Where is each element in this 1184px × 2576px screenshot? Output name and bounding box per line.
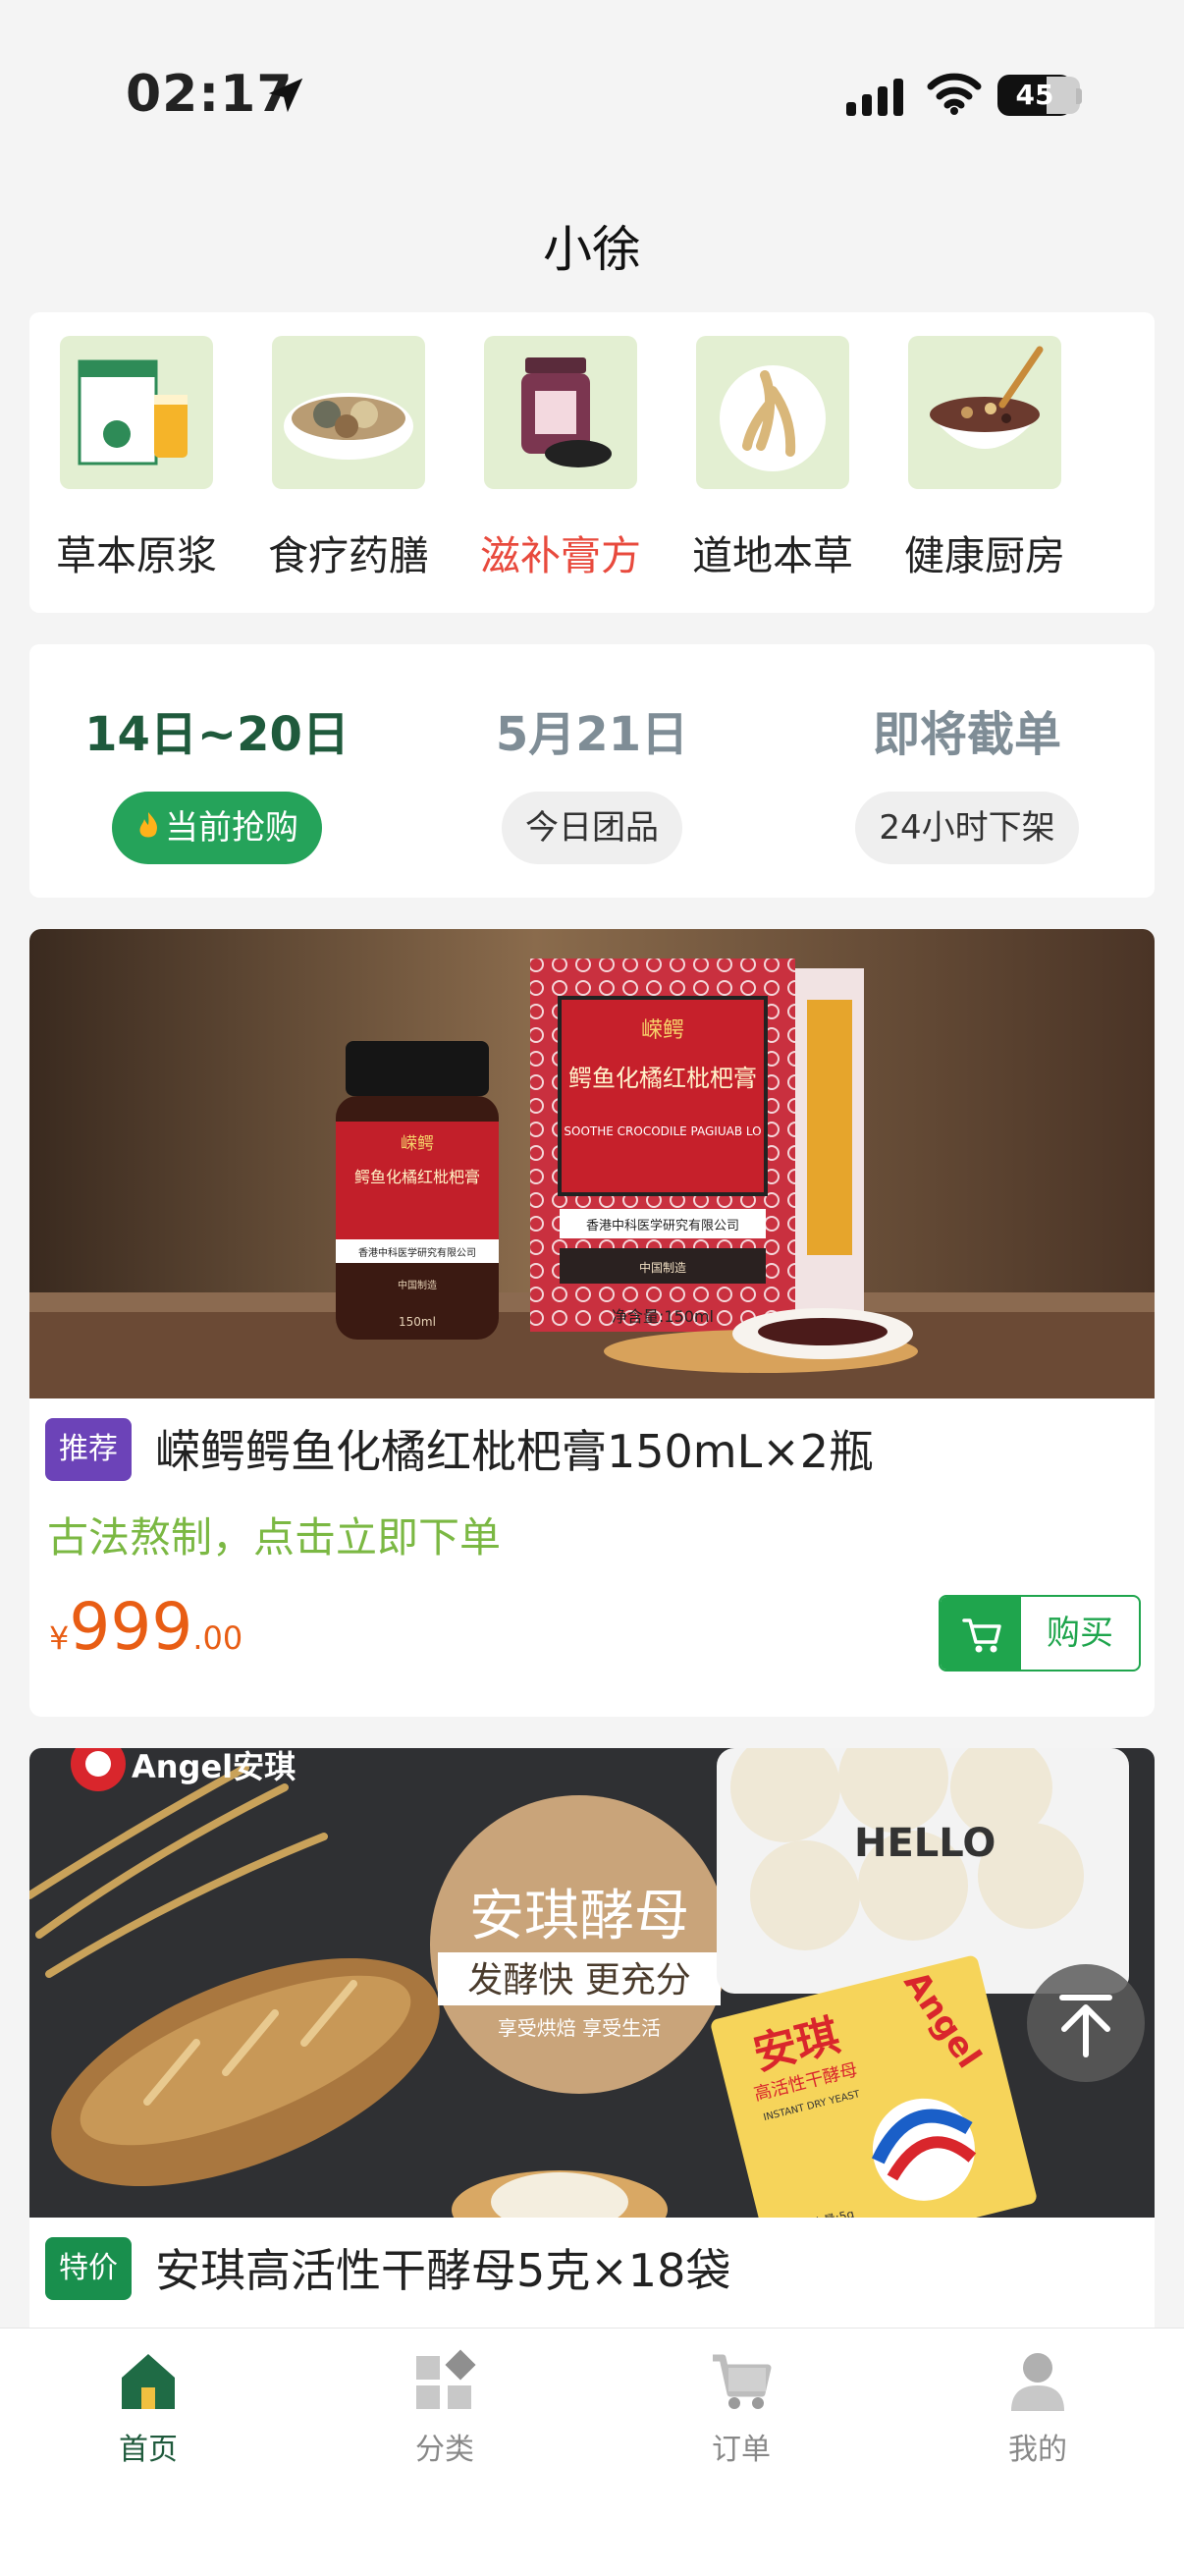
category-authentic-herbs[interactable]: 道地本草: [667, 336, 879, 581]
circle-title-text: 安琪酵母: [469, 1885, 689, 1948]
bottle-brand-text: 嵘鳄: [401, 1134, 434, 1154]
date-label: 即将截单: [872, 707, 1061, 762]
price-currency: ¥: [49, 1619, 70, 1657]
user-icon: [1003, 2346, 1072, 2415]
special-price-badge: 特价: [45, 2237, 132, 2300]
date-range: 14日~20日: [84, 707, 350, 762]
product-image: Angel安琪 安琪酵母 发酵快 更充分 享受烘焙 享受生活 HELLO 安琪 …: [29, 1748, 1155, 2218]
pill-label: 当前抢购: [165, 808, 298, 848]
tab-label: 首页: [119, 2433, 178, 2467]
price-integer: 999: [69, 1589, 193, 1665]
tab-category[interactable]: 分类: [296, 2346, 593, 2468]
tab-label: 分类: [415, 2433, 474, 2467]
bottle-made-text: 中国制造: [398, 1279, 437, 1291]
bottle-title-text: 鳄鱼化橘红枇杷膏: [354, 1168, 480, 1186]
category-label: 食疗药膳: [268, 532, 429, 579]
battery-level: 45: [1015, 79, 1054, 111]
price-decimal: .00: [192, 1619, 243, 1657]
product-name: 嵘鳄鳄鱼化橘红枇杷膏150mL×2瓶: [155, 1425, 875, 1478]
date-tabs: 14日~20日 当前抢购 5月21日 今日团品 即将截单 24小时下架: [29, 644, 1155, 898]
tab-label: 我的: [1008, 2433, 1067, 2467]
category-label: 滋补膏方: [480, 532, 641, 579]
product-subtitle: 古法熬制，点击立即下单: [47, 1513, 502, 1562]
tab-home[interactable]: 首页: [0, 2346, 296, 2468]
cart-icon: [941, 1597, 1021, 1670]
porridge-bowl-image: [908, 336, 1061, 489]
product-name: 安琪高活性干酵母5克×18袋: [155, 2244, 731, 2297]
box-title-text: 鳄鱼化橘红枇杷膏: [568, 1065, 757, 1092]
tab-label: 订单: [712, 2433, 771, 2467]
bottle-volume-text: 150ml: [399, 1315, 436, 1329]
ginseng-image: [696, 336, 849, 489]
paste-jar-image: [484, 336, 637, 489]
category-icon: [410, 2346, 479, 2415]
buy-label: 购买: [1047, 1614, 1113, 1653]
box-company-text: 香港中科医学研究有限公司: [586, 1218, 739, 1233]
arrow-up-icon: [1059, 1995, 1112, 2057]
box-brand-text: 嵘鳄: [641, 1018, 684, 1043]
box-english-text: SOOTHE CROCODILE PAGIUAB LO: [564, 1124, 761, 1138]
cart-icon: [707, 2346, 776, 2415]
angel-logo-text: Angel安琪: [132, 1748, 296, 1785]
location-arrow-icon: [268, 78, 303, 113]
tab-profile[interactable]: 我的: [889, 2346, 1184, 2468]
tab-today-group[interactable]: 5月21日 今日团品: [404, 695, 780, 864]
battery-icon: 45: [997, 75, 1082, 118]
category-healthy-kitchen[interactable]: 健康厨房: [879, 336, 1091, 581]
date-label: 5月21日: [495, 707, 689, 762]
wifi-icon: [927, 73, 982, 115]
circle-sub-text: 发酵快 更充分: [467, 1960, 690, 2001]
home-icon: [114, 2346, 183, 2415]
status-pill: 今日团品: [502, 792, 682, 864]
bottle-company-text: 香港中科医学研究有限公司: [358, 1246, 476, 1259]
category-label: 道地本草: [692, 532, 853, 579]
tab-current-flash-sale[interactable]: 14日~20日 当前抢购: [29, 695, 404, 864]
category-grid: 草本原浆 食疗药膳 滋补膏方 道地本草 健康厨房: [29, 312, 1155, 613]
back-to-top-button[interactable]: [1027, 1964, 1145, 2082]
page-title: 小徐: [543, 221, 641, 278]
grains-bowl-image: [272, 336, 425, 489]
product-card[interactable]: 嵘鳄 鳄鱼化橘红枇杷膏 SOOTHE CROCODILE PAGIUAB LO …: [29, 929, 1155, 1717]
flame-icon: [139, 812, 158, 838]
category-nourishing-paste[interactable]: 滋补膏方: [455, 336, 667, 581]
box-made-text: 中国制造: [639, 1260, 686, 1275]
box-net-text: 净含量:150ml: [612, 1307, 714, 1326]
product-price: ¥999.00: [49, 1589, 242, 1665]
tab-closing-soon[interactable]: 即将截单 24小时下架: [780, 695, 1155, 864]
category-label: 草本原浆: [56, 532, 217, 579]
buy-button[interactable]: 购买: [939, 1595, 1141, 1672]
herbal-juice-image: [60, 336, 213, 489]
category-diet-therapy[interactable]: 食疗药膳: [242, 336, 455, 581]
recommend-badge: 推荐: [45, 1418, 132, 1481]
circle-tag-text: 享受烘焙 享受生活: [498, 2016, 661, 2040]
product-image: 嵘鳄 鳄鱼化橘红枇杷膏 SOOTHE CROCODILE PAGIUAB LO …: [29, 929, 1155, 1398]
tray-text: HELLO: [854, 1821, 996, 1866]
category-label: 健康厨房: [904, 532, 1065, 579]
category-herbal-juice[interactable]: 草本原浆: [30, 336, 242, 581]
status-bar: 02:17 45: [0, 0, 1184, 187]
status-pill: 当前抢购: [112, 792, 322, 864]
tab-orders[interactable]: 订单: [593, 2346, 889, 2468]
bottom-tab-bar: 首页 分类 订单 我的: [0, 2328, 1184, 2576]
cellular-signal-icon: [846, 79, 903, 116]
status-pill: 24小时下架: [855, 792, 1079, 864]
